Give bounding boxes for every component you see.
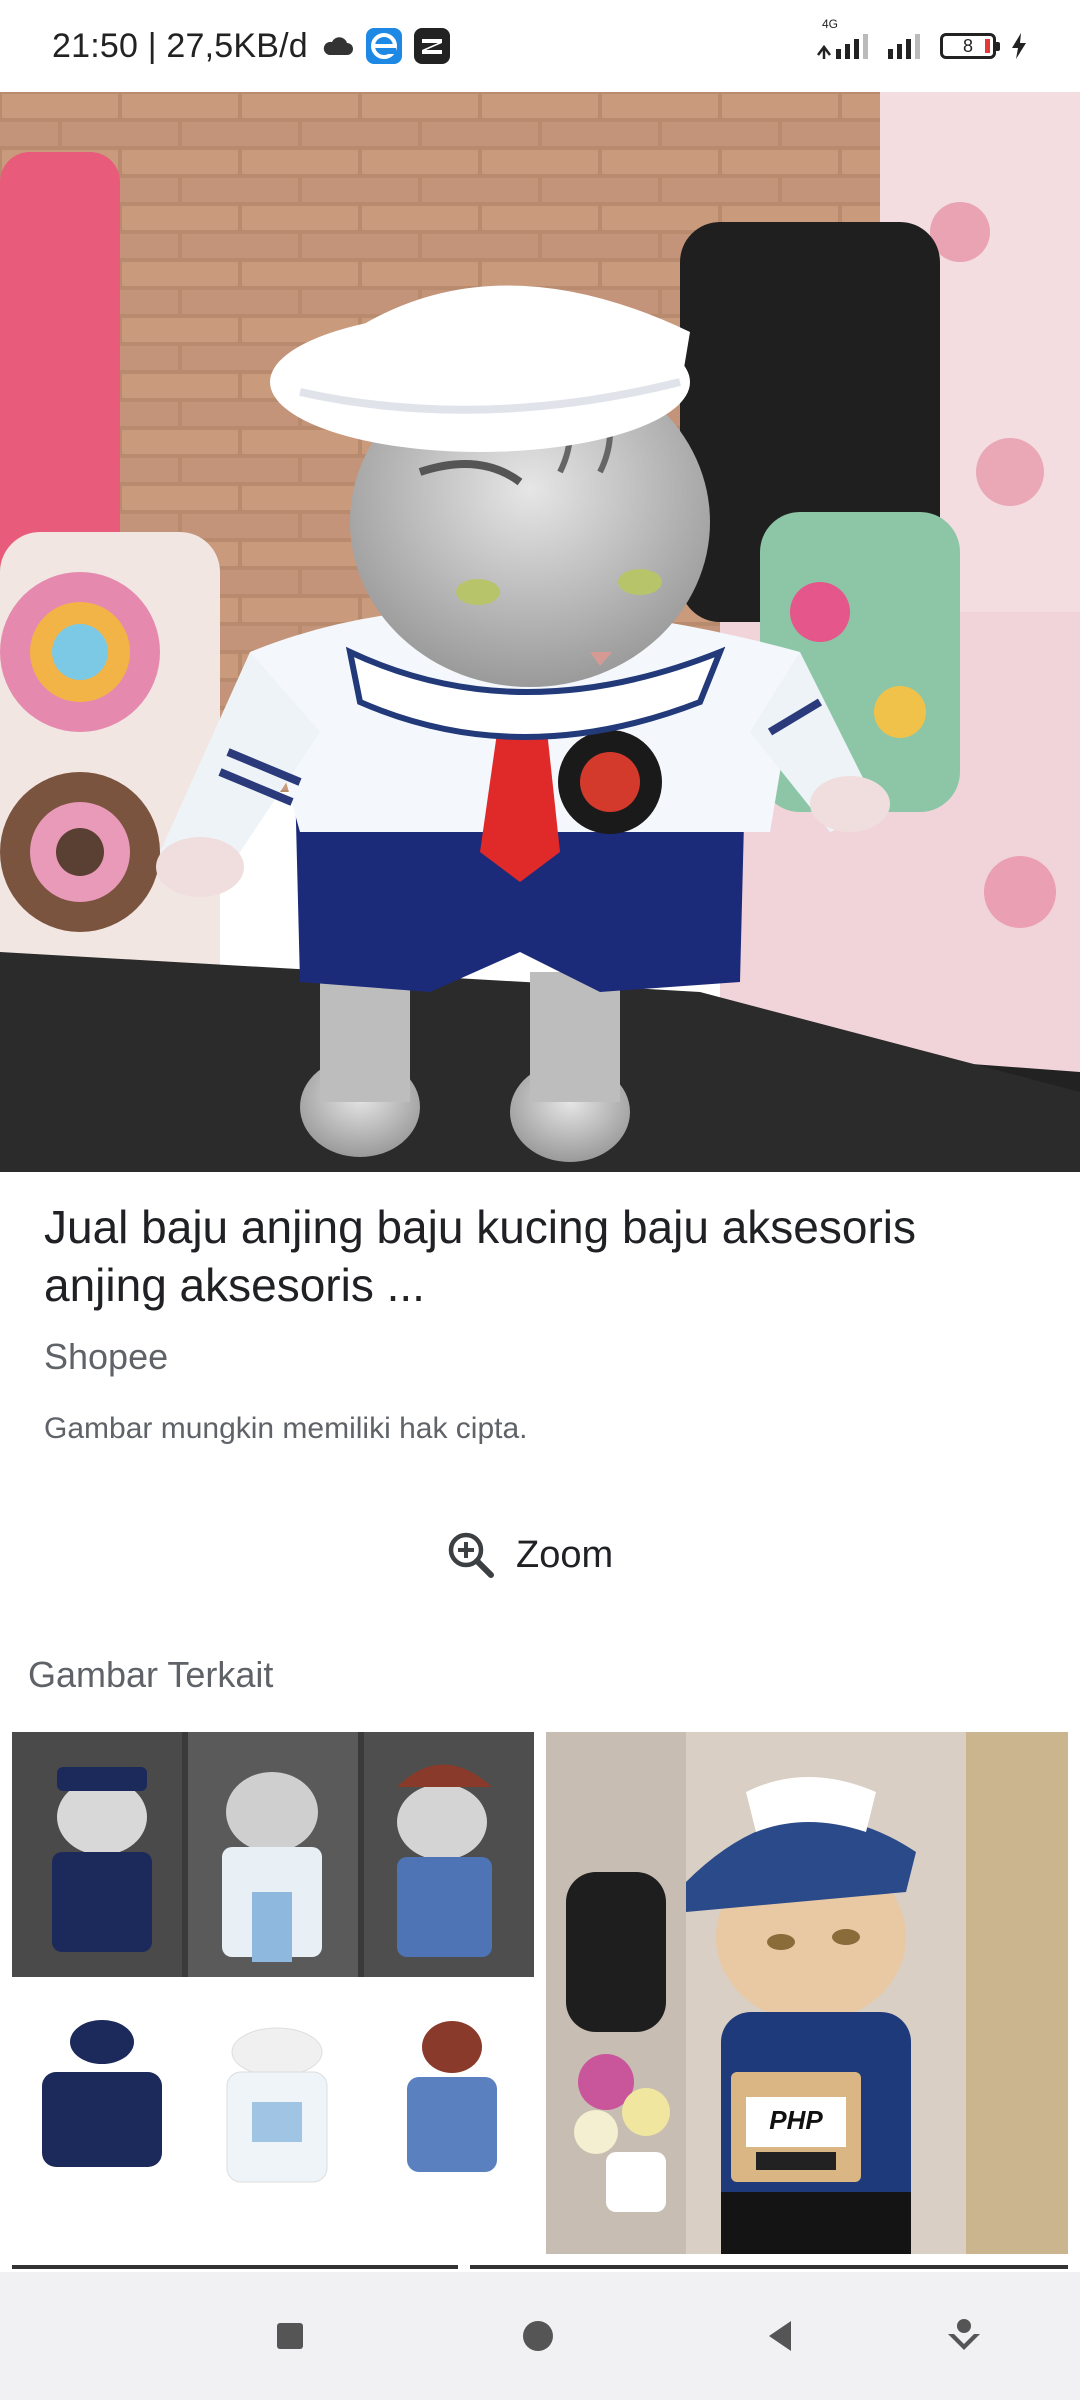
related-thumb-2-illustration: PHP (546, 1732, 1068, 2254)
status-left: 21:50 | 27,5KB/d (52, 27, 450, 66)
status-time-speed: 21:50 | 27,5KB/d (52, 26, 308, 65)
network-type-label: 4G (822, 17, 839, 31)
system-nav-bar (0, 2272, 1080, 2400)
capcut-icon (413, 28, 450, 64)
zoom-in-icon (446, 1530, 496, 1580)
related-thumb-2-text: PHP (769, 2105, 823, 2135)
result-info: Jual baju anjing baju kucing baju akseso… (44, 1198, 1044, 1446)
browser-e-icon (365, 28, 402, 64)
result-source[interactable]: Shopee (44, 1336, 1044, 1378)
related-thumb-1[interactable] (12, 1732, 534, 2254)
zoom-label: Zoom (516, 1533, 614, 1576)
next-row-edge (12, 2265, 458, 2269)
status-bar: 21:50 | 27,5KB/d 4G 8 (0, 0, 1080, 92)
back-triangle-icon[interactable] (752, 2308, 808, 2364)
next-row-edge (470, 2265, 1068, 2269)
result-title[interactable]: Jual baju anjing baju kucing baju akseso… (44, 1198, 1044, 1314)
signal-icon: 4G (816, 17, 872, 61)
hero-image-illustration (0, 92, 1080, 1172)
recents-square-icon[interactable] (262, 2308, 318, 2364)
battery-icon: 8 (940, 33, 1000, 59)
battery-level: 8 (962, 35, 973, 56)
charging-icon (1010, 32, 1028, 60)
signal-icon (886, 31, 926, 61)
cloud-icon (320, 34, 354, 58)
hero-image[interactable] (0, 92, 1080, 1172)
related-thumb-1-illustration (12, 1732, 534, 2254)
related-heading: Gambar Terkait (28, 1654, 274, 1695)
related-thumb-2[interactable]: PHP (546, 1732, 1068, 2254)
assist-icon[interactable] (936, 2308, 992, 2364)
status-right: 4G 8 (816, 17, 1028, 61)
home-circle-icon[interactable] (510, 2308, 566, 2364)
copyright-note: Gambar mungkin memiliki hak cipta. (44, 1412, 528, 1445)
zoom-button[interactable]: Zoom (446, 1520, 613, 1590)
